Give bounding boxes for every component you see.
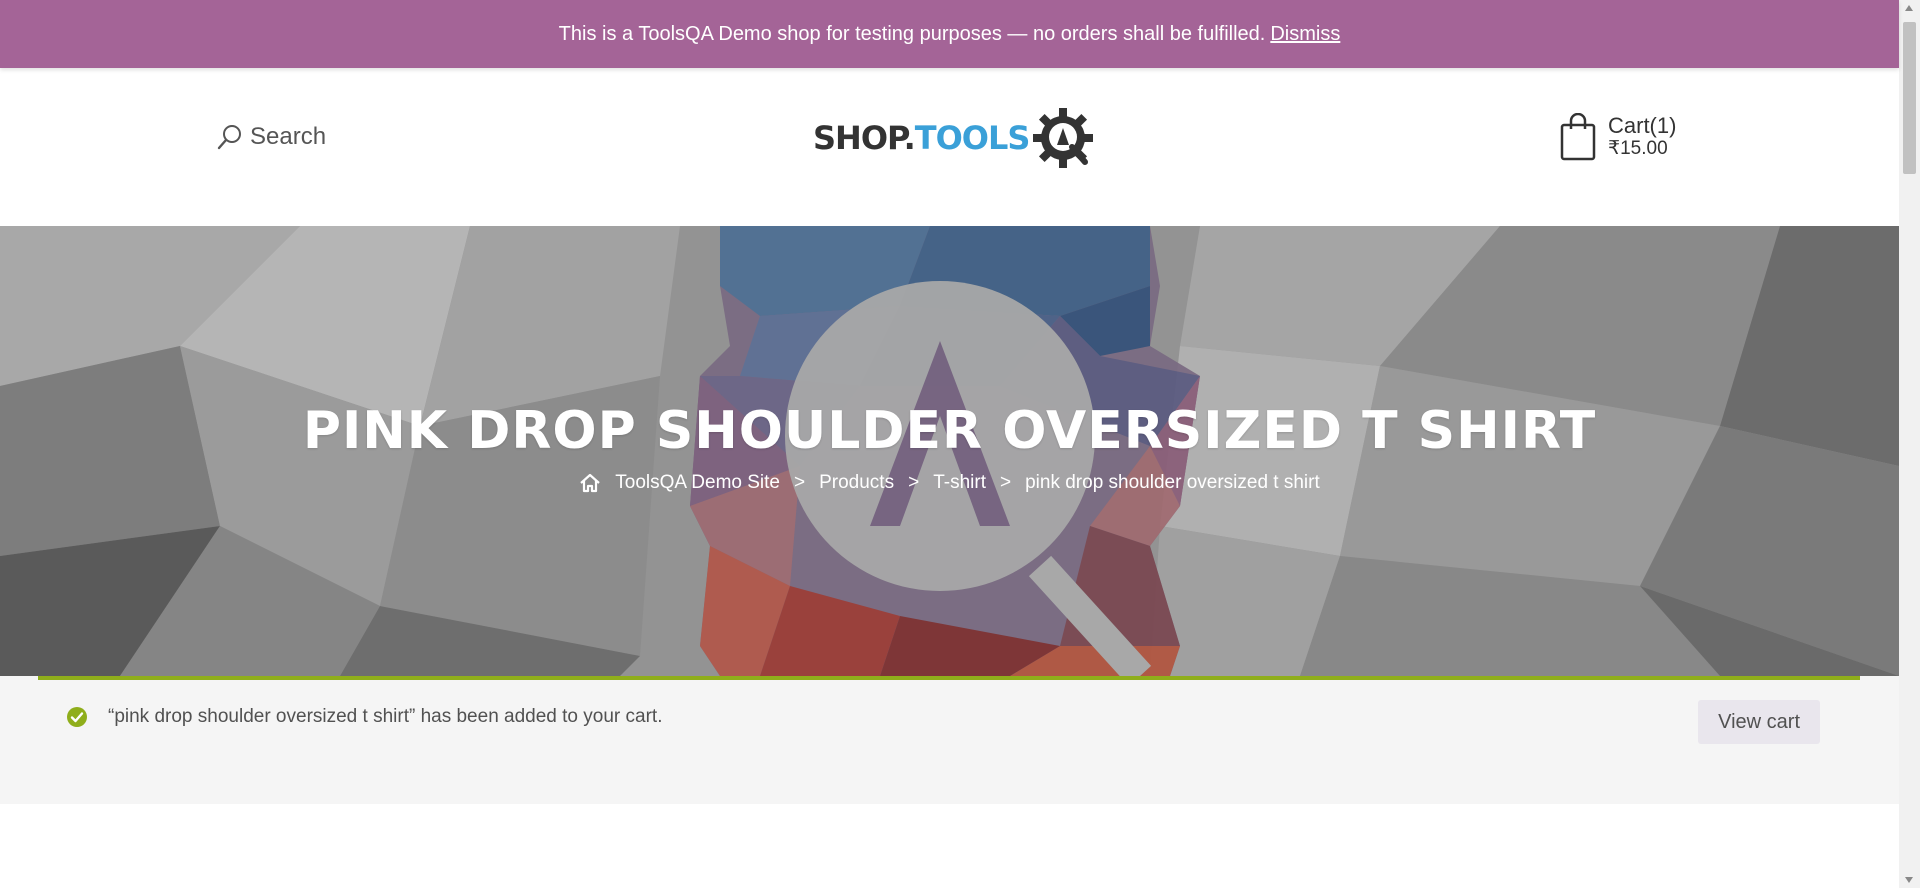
site-logo[interactable]: SHOP.TOOLS bbox=[813, 106, 1095, 170]
header-cart[interactable]: Cart(1) ₹15.00 bbox=[1558, 113, 1676, 161]
logo-text: SHOP.TOOLS bbox=[813, 119, 1031, 157]
cart-total: ₹15.00 bbox=[1608, 137, 1668, 159]
search-icon bbox=[217, 125, 241, 150]
breadcrumb-separator: > bbox=[908, 472, 920, 493]
logo-shop-text: SHOP. bbox=[813, 119, 916, 157]
gear-magnifier-icon bbox=[1033, 108, 1094, 168]
check-circle-icon bbox=[67, 707, 87, 727]
breadcrumb-home[interactable]: ToolsQA Demo Site bbox=[615, 472, 780, 494]
scrollbar-thumb[interactable] bbox=[1903, 22, 1916, 174]
logo-tools-text: TOOLS bbox=[914, 119, 1031, 157]
scroll-up-arrow[interactable] bbox=[1905, 5, 1913, 11]
cart-count-label: Cart(1) bbox=[1608, 113, 1677, 139]
breadcrumb: ToolsQA Demo Site > Products > T-shirt >… bbox=[0, 472, 1899, 494]
breadcrumb-products[interactable]: Products bbox=[819, 472, 894, 494]
demo-notice-text: This is a ToolsQA Demo shop for testing … bbox=[558, 22, 1266, 45]
breadcrumb-separator: > bbox=[794, 472, 806, 493]
page-title: PINK DROP SHOULDER OVERSIZED T SHIRT bbox=[302, 401, 1597, 461]
home-icon[interactable] bbox=[579, 472, 601, 494]
vertical-scrollbar[interactable] bbox=[1899, 0, 1920, 888]
shopping-bag-icon bbox=[1560, 113, 1596, 161]
demo-store-notice: This is a ToolsQA Demo shop for testing … bbox=[0, 0, 1899, 68]
search-toggle[interactable]: Search bbox=[216, 123, 326, 151]
breadcrumb-separator: > bbox=[999, 472, 1012, 493]
scroll-down-arrow[interactable] bbox=[1905, 877, 1913, 883]
search-label: Search bbox=[250, 123, 327, 150]
breadcrumb-category[interactable]: T-shirt bbox=[933, 472, 986, 494]
dismiss-link[interactable]: Dismiss bbox=[1270, 23, 1340, 46]
page-hero-banner: PINK DROP SHOULDER OVERSIZED T SHIRT Too… bbox=[0, 226, 1899, 676]
added-to-cart-notice: “pink drop shoulder oversized t shirt” h… bbox=[38, 676, 1860, 766]
notices-area: “pink drop shoulder oversized t shirt” h… bbox=[0, 676, 1899, 804]
cart-info: Cart(1) ₹15.00 bbox=[1608, 114, 1676, 159]
breadcrumb-current: pink drop shoulder oversized t shirt bbox=[1025, 472, 1320, 493]
notice-message: “pink drop shoulder oversized t shirt” h… bbox=[108, 706, 663, 727]
view-cart-button[interactable]: View cart bbox=[1698, 700, 1820, 744]
site-header: Search SHOP.TOOLS Cart(1) ₹15.00 bbox=[0, 68, 1899, 226]
